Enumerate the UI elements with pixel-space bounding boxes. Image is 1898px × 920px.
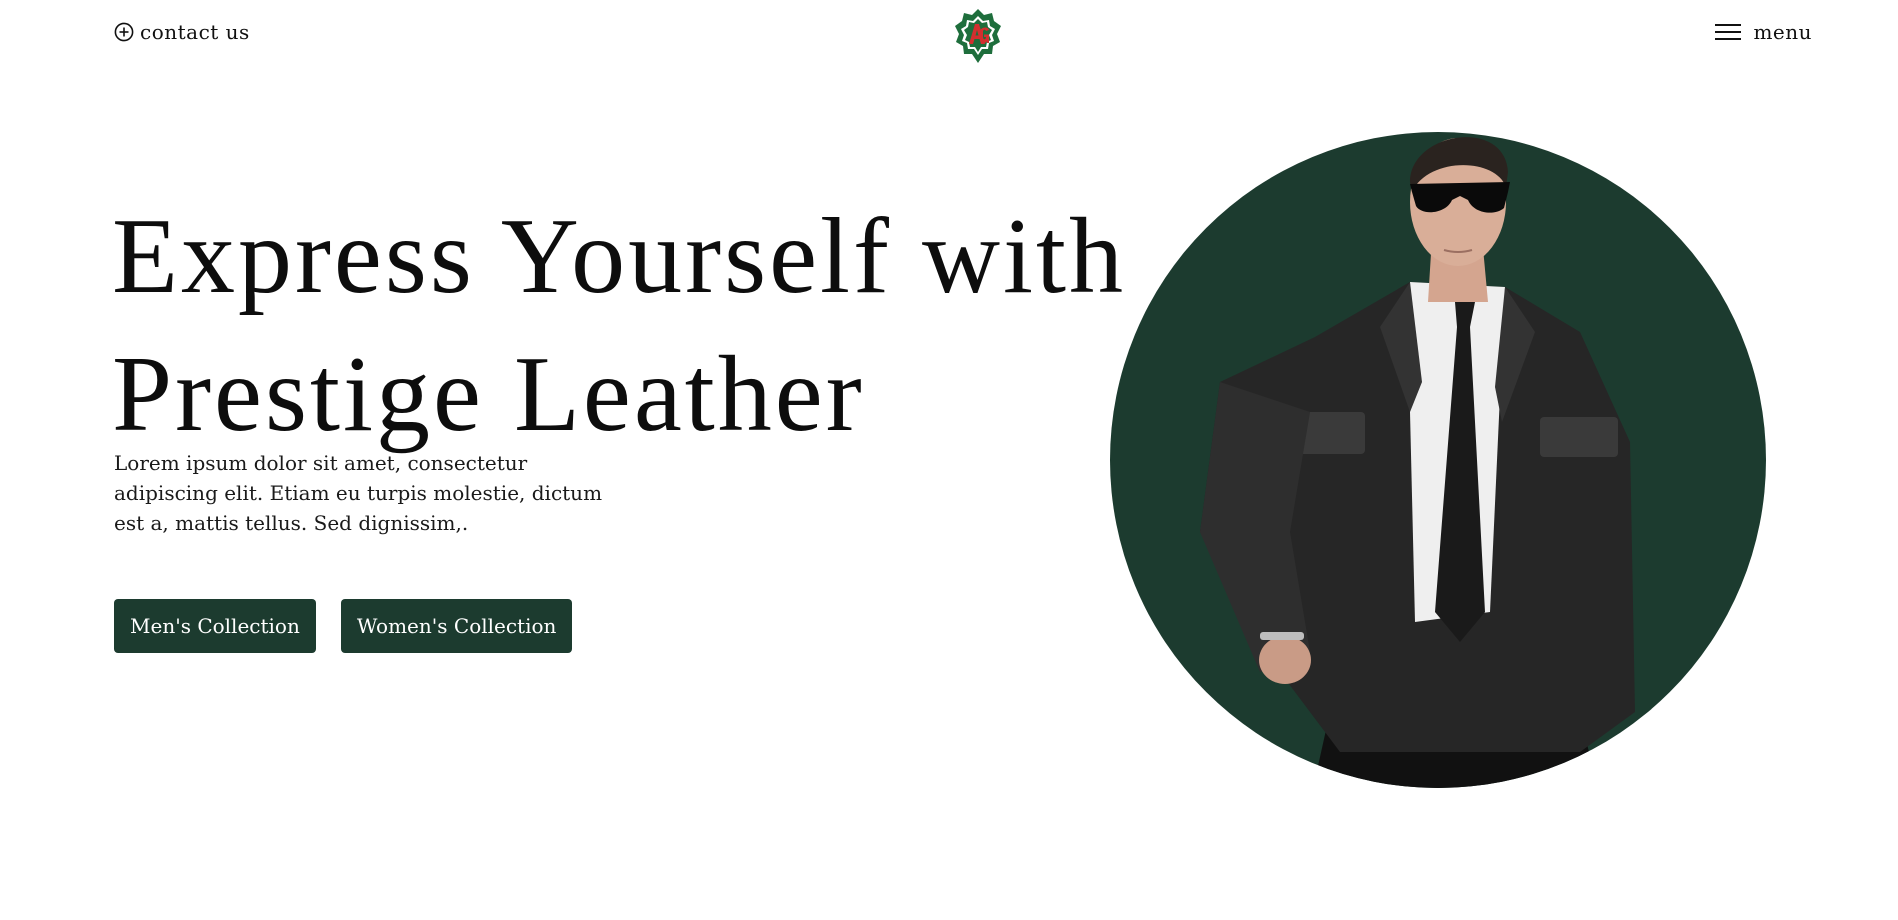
hamburger-icon	[1715, 24, 1742, 40]
contact-us-label: contact us	[140, 20, 250, 44]
mens-collection-button[interactable]: Men's Collection	[114, 599, 316, 653]
collection-buttons: Men's Collection Women's Collection	[114, 599, 573, 653]
hero-image	[1110, 112, 1770, 792]
site-header: contact us AG menu	[0, 0, 1898, 70]
plus-circle-icon	[114, 22, 134, 42]
menu-label: menu	[1753, 20, 1812, 44]
hero-title-line-2: Prestige Leather	[112, 335, 865, 454]
contact-us-link[interactable]: contact us	[114, 20, 250, 44]
hero-description: Lorem ipsum dolor sit amet, consectetur …	[114, 451, 603, 535]
model-in-leather-jacket-image	[1200, 137, 1635, 788]
womens-collection-button[interactable]: Women's Collection	[340, 599, 573, 653]
hero-title-line-1: Express Yourself with	[112, 197, 1127, 316]
menu-button[interactable]: menu	[1715, 20, 1812, 44]
brand-logo[interactable]: AG	[954, 8, 1002, 64]
hero-title: Express Yourself with Prestige Leather	[112, 188, 1127, 464]
